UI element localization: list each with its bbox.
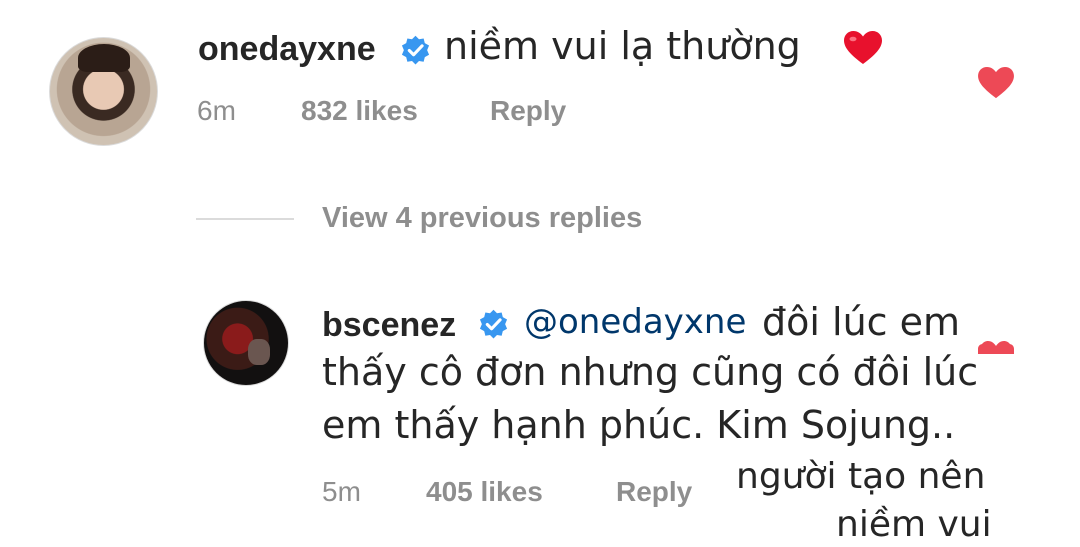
- replies-divider: [196, 218, 294, 220]
- comment-username[interactable]: onedayxne: [198, 30, 376, 69]
- red-heart-emoji-icon: [844, 31, 882, 64]
- reply-username[interactable]: bscenez: [322, 306, 456, 345]
- reply-text-line-2: thấy cô đơn nhưng cũng có đôi lúc: [322, 350, 979, 394]
- reply-like-heart-icon[interactable]: [977, 340, 1015, 354]
- overlay-caption-line-1: người tạo nên: [732, 456, 986, 497]
- reply-likes[interactable]: 405 likes: [426, 476, 543, 508]
- reply-text-line-3: em thấy hạnh phúc. Kim Sojung..: [322, 403, 956, 447]
- reply-text-line-1: đôi lúc em: [762, 300, 961, 344]
- comment-text: niềm vui lạ thường: [444, 24, 801, 68]
- verified-badge-icon: [479, 309, 508, 339]
- avatar-bscenez[interactable]: [203, 300, 289, 386]
- reply-reply-button[interactable]: Reply: [616, 476, 692, 508]
- reply-mention-link[interactable]: @onedayxne: [524, 302, 746, 342]
- comment-reply-button[interactable]: Reply: [490, 95, 566, 127]
- overlay-caption-line-2: niềm vui: [836, 504, 992, 545]
- verified-badge-icon: [401, 35, 430, 65]
- view-previous-replies-button[interactable]: View 4 previous replies: [322, 202, 642, 235]
- comment-likes[interactable]: 832 likes: [301, 95, 418, 127]
- avatar-onedayxne[interactable]: [49, 37, 158, 146]
- comment-time: 6m: [197, 95, 236, 126]
- comment-like-heart-icon[interactable]: [977, 66, 1015, 100]
- reply-time: 5m: [322, 476, 361, 507]
